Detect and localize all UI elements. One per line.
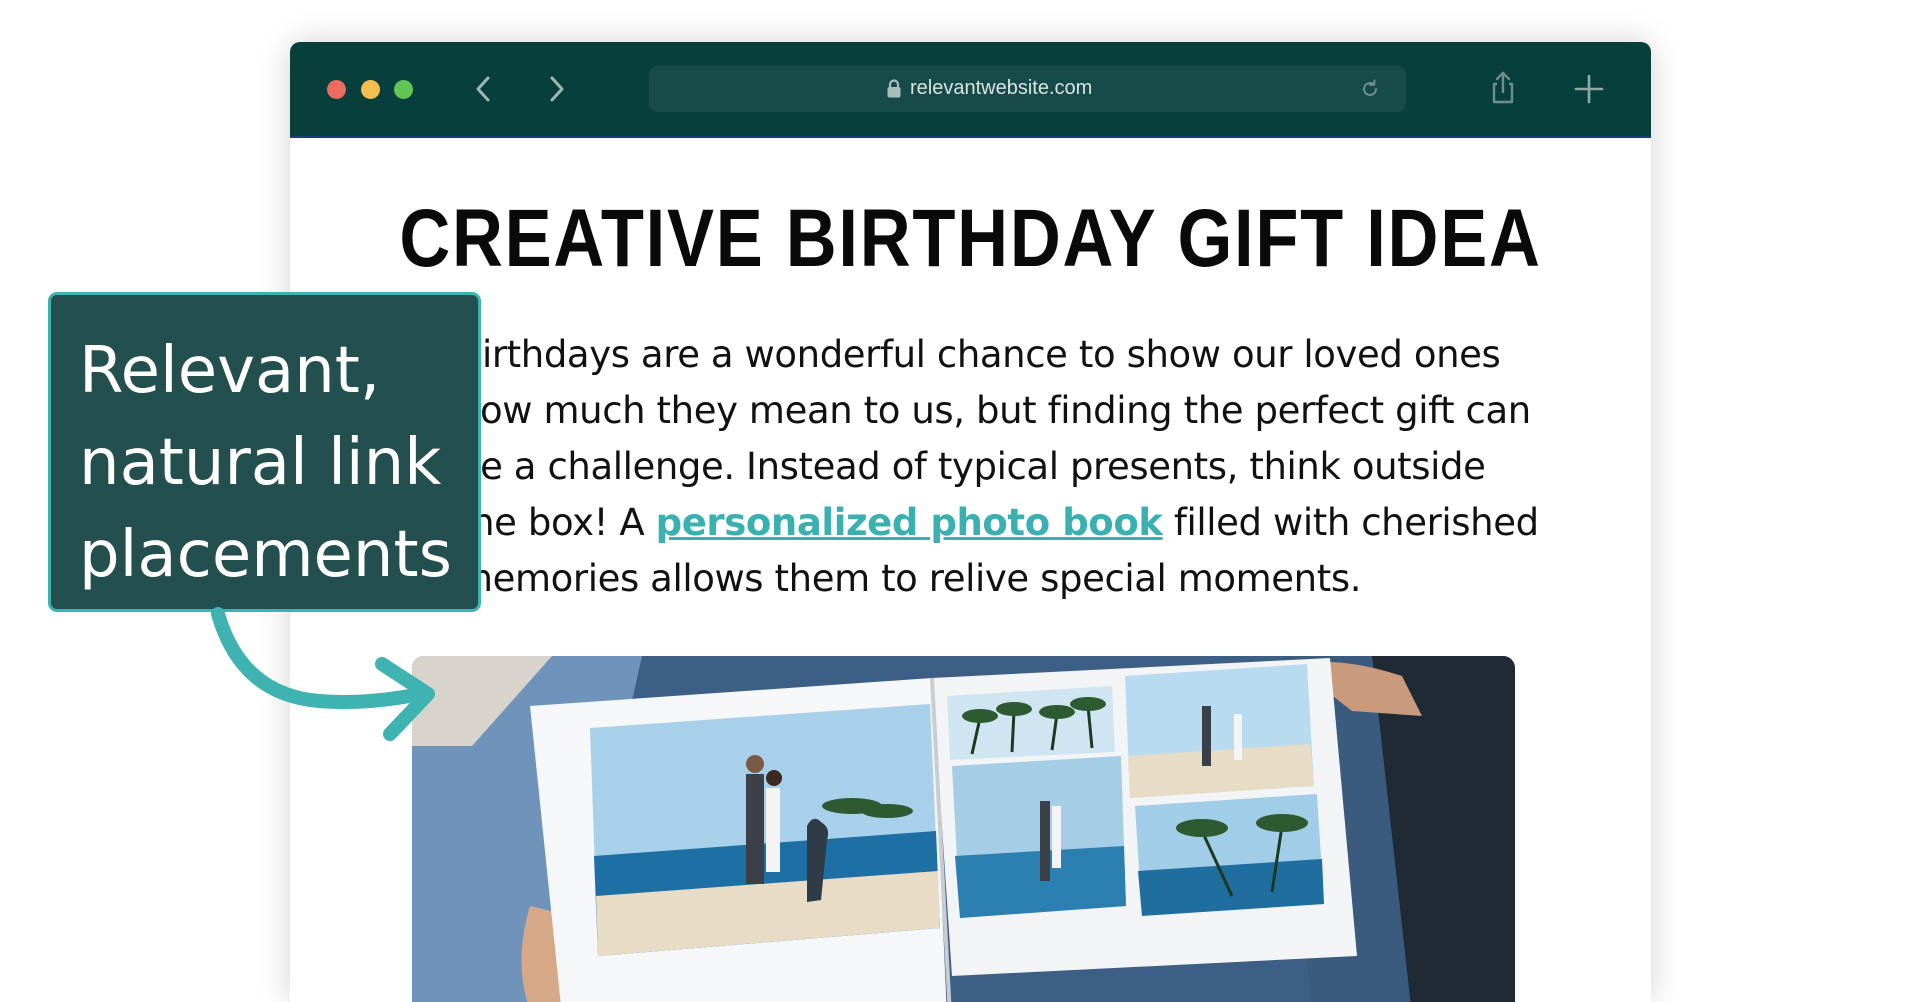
forward-arrow-icon[interactable]: [539, 72, 573, 106]
zoom-window-button[interactable]: [394, 80, 413, 99]
reload-icon[interactable]: [1359, 78, 1381, 100]
callout-line: placements: [79, 518, 452, 592]
callout-line: Relevant,: [79, 334, 381, 408]
photo-book-image: [412, 656, 1515, 1002]
browser-toolbar: relevantwebsite.com: [290, 42, 1651, 138]
callout-line: natural link: [79, 426, 442, 500]
curved-arrow-icon: [211, 607, 435, 741]
address-bar-url: relevantwebsite.com: [910, 77, 1093, 99]
new-tab-plus-icon[interactable]: [1570, 70, 1608, 108]
back-arrow-icon[interactable]: [467, 72, 501, 106]
callout-box: Relevant, natural link placements: [48, 292, 481, 612]
lock-icon: [887, 79, 901, 98]
address-bar[interactable]: relevantwebsite.com: [649, 66, 1406, 112]
photo-book-link[interactable]: personalized photo book: [656, 501, 1163, 544]
close-window-button[interactable]: [327, 80, 346, 99]
article-title: CREATIVE BIRTHDAY GIFT IDEA: [399, 193, 1542, 284]
article-paragraph: Birthdays are a wonderful chance to show…: [457, 327, 1547, 607]
share-icon[interactable]: [1483, 68, 1523, 108]
minimize-window-button[interactable]: [361, 80, 380, 99]
browser-window: relevantwebsite.com CREATIVE BIRTHDAY GI…: [290, 42, 1651, 1002]
